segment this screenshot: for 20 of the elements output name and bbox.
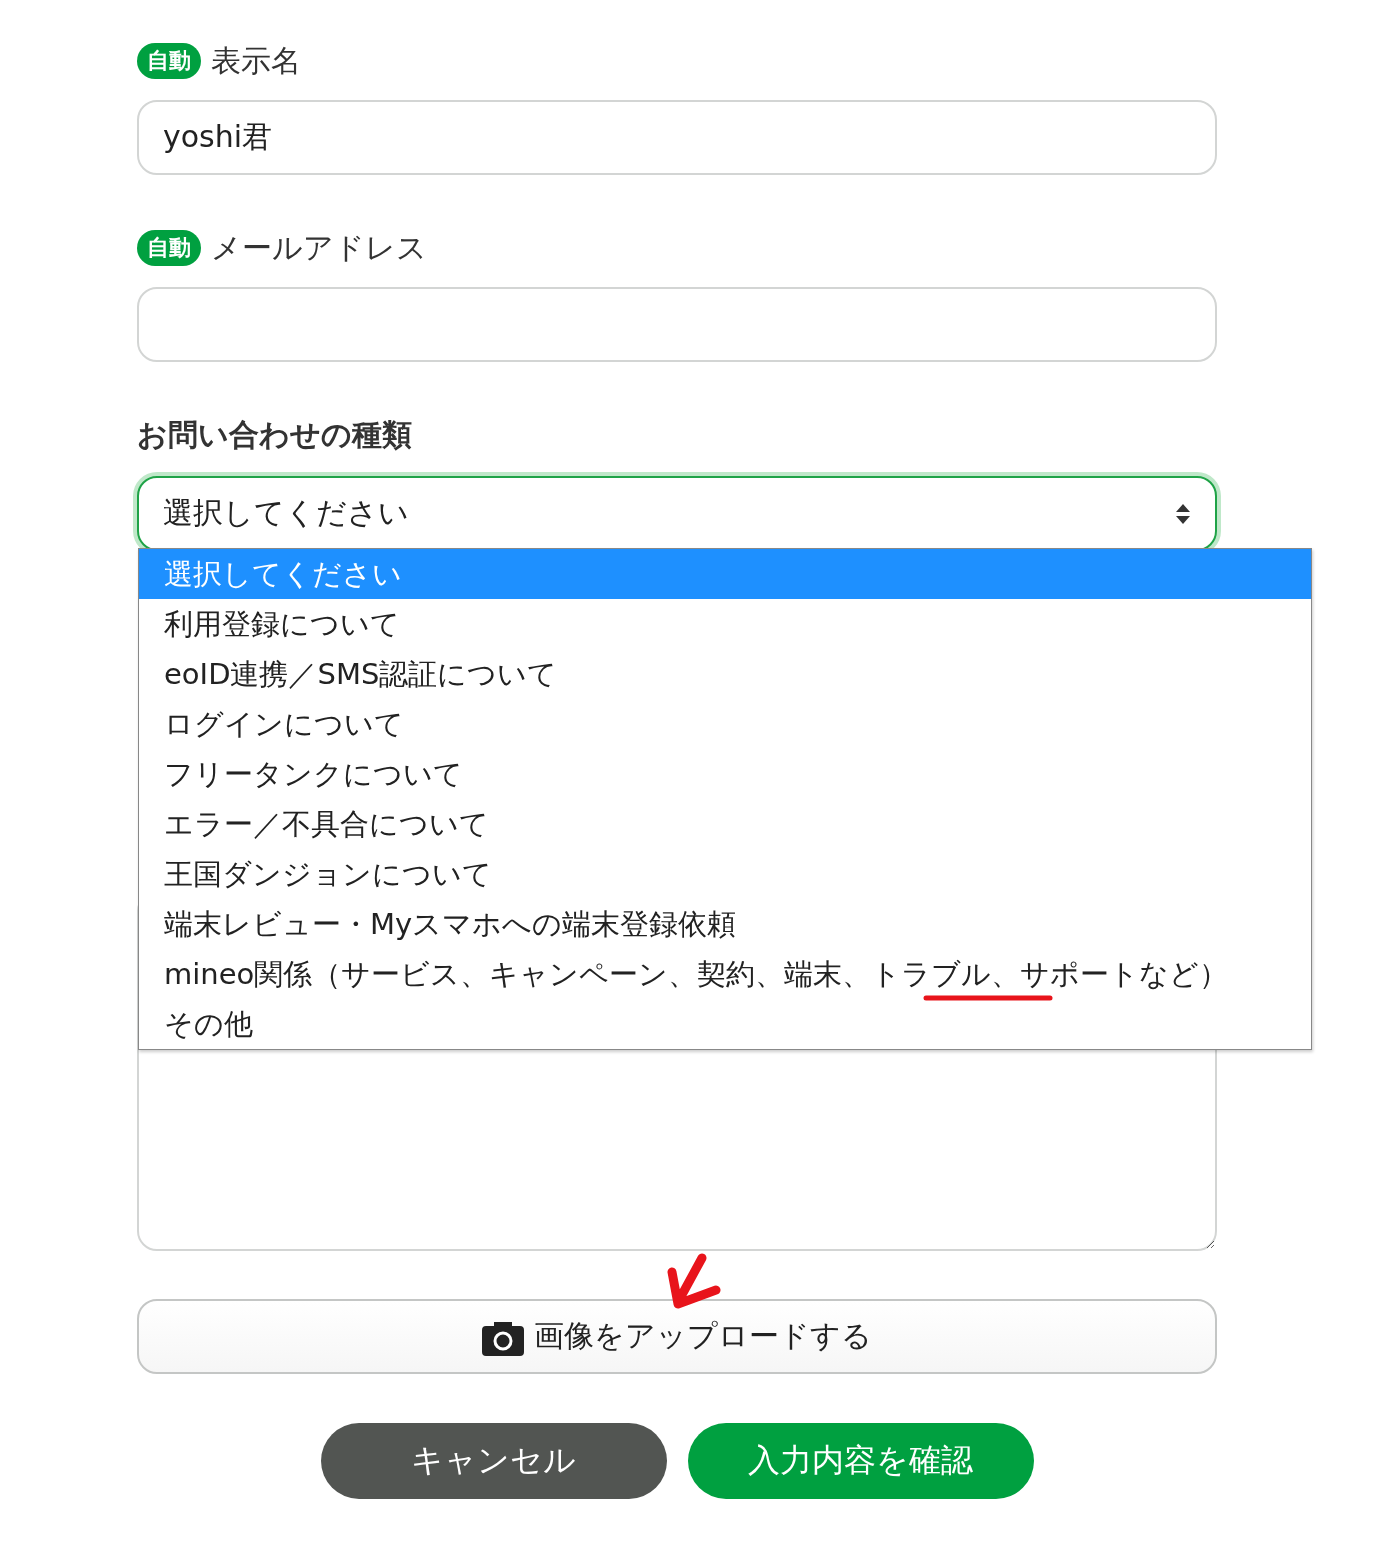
dropdown-option[interactable]: 王国ダンジョンについて: [139, 849, 1311, 899]
sort-arrows-icon: [1175, 502, 1191, 525]
field-label: 表示名: [211, 41, 301, 80]
auto-badge: 自動: [137, 43, 201, 79]
upload-image-button[interactable]: 画像をアップロードする: [137, 1299, 1217, 1374]
dropdown-option[interactable]: ログインについて: [139, 699, 1311, 749]
dropdown-option[interactable]: その他: [139, 999, 1311, 1049]
dropdown-option[interactable]: 利用登録について: [139, 599, 1311, 649]
text-field[interactable]: [137, 287, 1217, 362]
text-field[interactable]: yoshi君: [137, 100, 1217, 175]
dropdown-option[interactable]: mineo関係（サービス、キャンペーン、契約、端末、トラブル、サポートなど）: [139, 949, 1311, 999]
field-label: メールアドレス: [211, 228, 427, 267]
dropdown-option[interactable]: 端末レビュー・Myスマホへの端末登録依頼: [139, 899, 1311, 949]
dropdown-option[interactable]: エラー／不具合について: [139, 799, 1311, 849]
dropdown-option[interactable]: eoID連携／SMS認証について: [139, 649, 1311, 699]
cancel-button[interactable]: キャンセル: [320, 1423, 667, 1499]
auto-badge: 自動: [137, 230, 201, 266]
select-value: 選択してください: [163, 494, 409, 532]
section-heading: お問い合わせの種類: [137, 416, 413, 454]
dropdown-option[interactable]: フリータンクについて: [139, 749, 1311, 799]
